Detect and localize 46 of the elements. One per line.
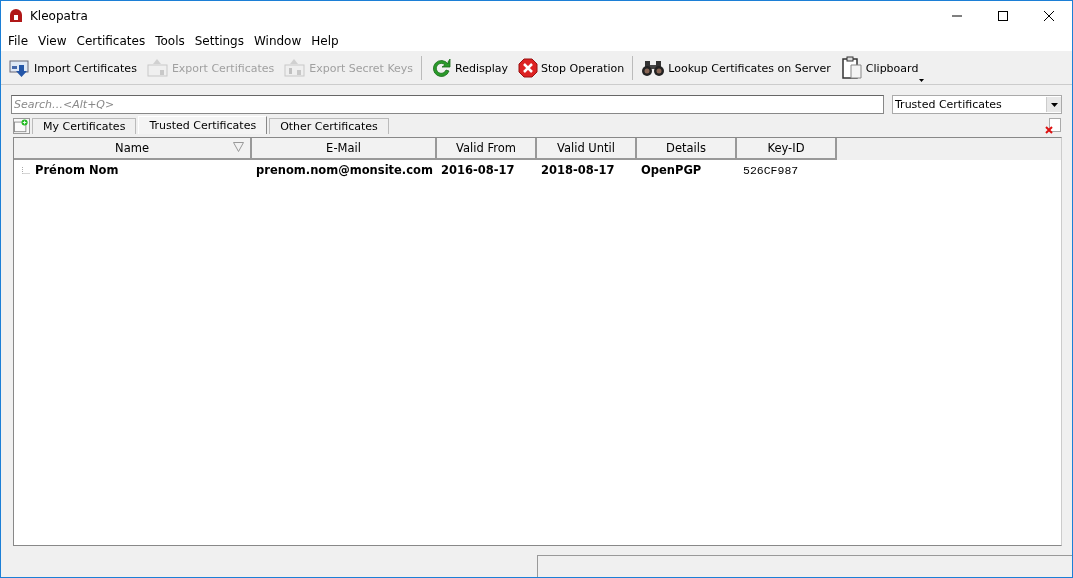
- clipboard-icon: [840, 56, 863, 80]
- toolbar-button[interactable]: Stop Operation: [516, 56, 627, 80]
- toolbar-button[interactable]: Import Certificates: [7, 56, 139, 80]
- column-header[interactable]: Details: [637, 138, 737, 160]
- toolbar-button[interactable]: Redisplay: [428, 55, 511, 81]
- tab[interactable]: Trusted Certificates: [138, 116, 268, 134]
- tab[interactable]: My Certificates: [32, 118, 137, 134]
- close-icon[interactable]: [1044, 11, 1054, 21]
- table-cell: 526CF987: [743, 163, 799, 177]
- caret-icon: [919, 79, 925, 82]
- menu-item[interactable]: Window: [248, 34, 307, 48]
- certificate-export-icon: [146, 58, 169, 78]
- column-header[interactable]: E-Mail: [252, 138, 437, 160]
- sort-indicator-icon: [233, 142, 244, 152]
- app-logo-icon: [9, 9, 23, 23]
- tab[interactable]: Other Certificates: [269, 118, 389, 134]
- table-cell: prenom.nom@monsite.com: [256, 163, 433, 177]
- certificate-import-icon: [9, 58, 31, 78]
- menu-item[interactable]: Help: [306, 34, 344, 48]
- stop-icon: [518, 58, 539, 78]
- menu-item[interactable]: Settings: [189, 34, 249, 48]
- toolbar-button[interactable]: Lookup Certificates on Server: [639, 57, 833, 79]
- filter-dropdown[interactable]: Trusted Certificates: [892, 95, 1062, 114]
- table-cell: OpenPGP: [641, 163, 702, 177]
- refresh-icon: [430, 57, 453, 79]
- maximize-icon[interactable]: [998, 11, 1008, 21]
- binoculars-icon: [641, 59, 666, 77]
- new-tab-icon[interactable]: [13, 118, 30, 134]
- search-field[interactable]: Search…<Alt+Q>: [11, 95, 884, 114]
- menu-item[interactable]: View: [33, 34, 72, 48]
- column-header[interactable]: Key-ID: [737, 138, 837, 160]
- toolbar-button[interactable]: Clipboard: [838, 54, 921, 82]
- close-tab-icon[interactable]: [1044, 118, 1062, 134]
- menu-item[interactable]: Tools: [150, 34, 190, 48]
- column-header[interactable]: Valid From: [437, 138, 537, 160]
- menu-item[interactable]: File: [3, 34, 34, 48]
- tree-branch-icon: [22, 166, 31, 174]
- table-cell: 2016-08-17: [441, 163, 515, 177]
- window-title: Kleopatra: [30, 9, 88, 23]
- table-cell: Prénom Nom: [35, 163, 119, 177]
- column-header[interactable]: Name: [14, 138, 252, 160]
- dropdown-arrow-icon: [1050, 102, 1058, 107]
- table-cell: 2018-08-17: [541, 163, 615, 177]
- key-export-icon: [284, 58, 307, 78]
- column-header[interactable]: Valid Until: [537, 138, 637, 160]
- menu-item[interactable]: Certificates: [71, 34, 151, 48]
